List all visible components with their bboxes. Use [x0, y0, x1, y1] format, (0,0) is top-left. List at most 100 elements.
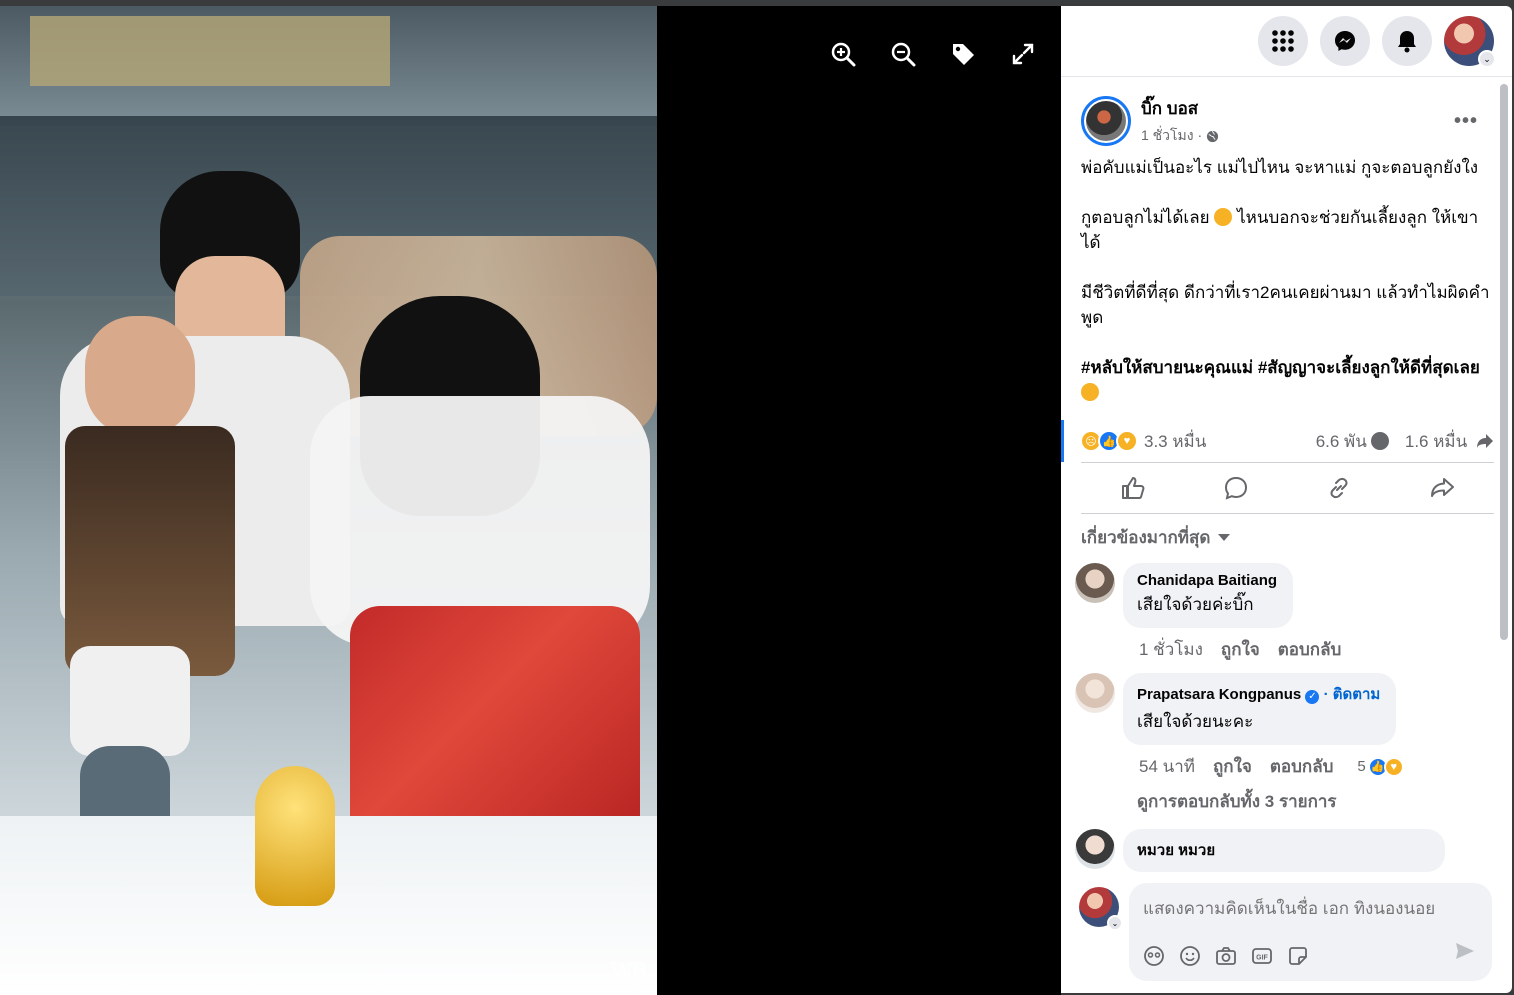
comment-like-button[interactable]: ถูกใจ: [1221, 636, 1260, 663]
engagement-counts: 6.6 พัน 1.6 หมื่น: [1316, 428, 1498, 455]
menu-grid-icon[interactable]: [1258, 16, 1308, 66]
post-timestamp[interactable]: 1 ชั่วโมง ·: [1141, 125, 1454, 147]
emoji-icon[interactable]: [1179, 945, 1201, 967]
gif-icon[interactable]: GIF: [1251, 945, 1273, 967]
scrollbar[interactable]: [1500, 84, 1508, 640]
sad-emoji-icon: [1081, 383, 1099, 401]
photo-boxes: [30, 16, 390, 86]
reaction-count[interactable]: 3.3 หมื่น: [1144, 428, 1206, 455]
comment-button[interactable]: [1196, 468, 1276, 508]
post-paragraph: กูตอบลูกไม่ได้เลย ไหนบอกจะช่วยกันเลี้ยงล…: [1081, 205, 1492, 255]
post-hashtags[interactable]: #หลับให้สบายนะคุณแม่ #สัญญาจะเลี้ยงลูกให…: [1081, 355, 1492, 405]
comment-reaction-count: 5: [1357, 758, 1366, 775]
chevron-down-icon: ⌄: [1107, 915, 1123, 931]
verified-badge-icon: ✓: [1305, 690, 1320, 704]
reaction-icons[interactable]: ☹ 👍 ♥: [1080, 430, 1138, 452]
comment-item: Chanidapa Baitiang เสียใจด้วยค่ะบิ๊ก 1 ช…: [1061, 561, 1498, 671]
globe-icon: [1207, 130, 1219, 142]
sad-emoji-icon: [1214, 208, 1233, 226]
svg-text:GIF: GIF: [1256, 955, 1268, 962]
comment-item: Prapatsara Kongpanus ✓ · ติดตาม เสียใจด้…: [1061, 671, 1498, 788]
send-icon[interactable]: [1454, 940, 1476, 967]
comment-body: หมวย หมวย: [1123, 829, 1445, 872]
share-icon: [1477, 433, 1493, 448]
comment-reply-button[interactable]: ตอบกลับ: [1278, 636, 1342, 663]
comment-time[interactable]: 54 นาที: [1139, 753, 1195, 780]
viewer-toolbar: [825, 36, 1041, 72]
commenter-name[interactable]: Prapatsara Kongpanus: [1137, 686, 1301, 703]
comment-actions: 54 นาที ถูกใจ ตอบกลับ 5 👍 ♥: [1123, 745, 1404, 788]
comment-time[interactable]: 1 ชั่วโมง: [1139, 636, 1203, 663]
post-panel: ⌄ บิ๊ก บอส 1 ชั่วโมง · ••• พ่อคับแม่เป็น…: [1061, 6, 1512, 993]
camera-icon[interactable]: [1215, 945, 1237, 967]
commenter-avatar[interactable]: [1075, 673, 1115, 713]
tag-icon[interactable]: [945, 36, 981, 72]
hashtags-text[interactable]: #หลับให้สบายนะคุณแม่ #สัญญาจะเลี้ยงลูกให…: [1081, 358, 1480, 377]
comment-sort-dropdown[interactable]: เกี่ยวข้องมากที่สุด: [1061, 514, 1498, 561]
post-paragraph-text: กูตอบลูกไม่ได้เลย: [1081, 208, 1210, 227]
comment-bubble-icon: [1224, 476, 1247, 500]
photo-golden-vessel: [255, 766, 335, 906]
photo-child-face: [85, 316, 195, 436]
zoom-out-icon[interactable]: [885, 36, 921, 72]
care-reaction-icon: ♥: [1383, 756, 1404, 777]
comment-icon: [1370, 431, 1389, 450]
comment-like-button[interactable]: ถูกใจ: [1213, 753, 1252, 780]
zoom-in-icon[interactable]: [825, 36, 861, 72]
top-bar: ⌄: [1061, 6, 1512, 77]
sticker-icon[interactable]: [1287, 945, 1309, 967]
link-icon: [1330, 477, 1348, 499]
comment-count[interactable]: 6.6 พัน: [1316, 428, 1389, 455]
comment-reactions[interactable]: 5 👍 ♥: [1357, 756, 1404, 777]
follow-button[interactable]: · ติดตาม: [1324, 686, 1381, 703]
post-time-text: 1 ชั่วโมง ·: [1141, 127, 1203, 143]
post-actions: [1081, 462, 1494, 514]
composer-tools: GIF: [1143, 945, 1309, 967]
post-meta: บิ๊ก บอส 1 ชั่วโมง ·: [1141, 95, 1454, 147]
care-reaction-icon: ♥: [1116, 430, 1138, 452]
fullscreen-icon[interactable]: [1005, 36, 1041, 72]
avatar-sticker-icon[interactable]: [1143, 945, 1165, 967]
comment-item: หมวย หมวย: [1061, 827, 1498, 872]
share-count[interactable]: 1.6 หมื่น: [1405, 428, 1494, 455]
post-body: พ่อคับแม่เป็นอะไร แม่ไปไหน จะหาแม่ กูจะต…: [1061, 147, 1498, 405]
copy-link-button[interactable]: [1299, 468, 1379, 508]
comment-input[interactable]: [1129, 883, 1492, 919]
author-name[interactable]: บิ๊ก บอส: [1141, 95, 1454, 122]
comment-actions: 1 ชั่วโมง ถูกใจ ตอบกลับ: [1123, 628, 1341, 671]
post-photo[interactable]: WB: [0, 6, 657, 995]
comment-reply-button[interactable]: ตอบกลับ: [1270, 753, 1334, 780]
post-scroll-area: บิ๊ก บอส 1 ชั่วโมง · ••• พ่อคับแม่เป็นอะ…: [1061, 77, 1498, 883]
commenter-avatar[interactable]: [1075, 829, 1115, 869]
post-paragraph: มีชีวิตที่ดีที่สุด ดีกว่าที่เรา2คนเคยผ่า…: [1081, 283, 1490, 327]
commenter-name[interactable]: หมวย หมวย: [1137, 838, 1429, 862]
comment-body: Prapatsara Kongpanus ✓ · ติดตาม เสียใจด้…: [1123, 673, 1404, 788]
like-button[interactable]: [1093, 468, 1173, 508]
photo-viewer: WB: [0, 6, 1061, 995]
comment-text: เสียใจด้วยนะคะ: [1137, 712, 1254, 731]
more-options-button[interactable]: •••: [1454, 110, 1478, 133]
comment-bubble: Chanidapa Baitiang เสียใจด้วยค่ะบิ๊ก: [1123, 563, 1294, 628]
commenter-avatar[interactable]: [1075, 563, 1115, 603]
comment-count-text: 6.6 พัน: [1315, 431, 1367, 451]
post-paragraph: พ่อคับแม่เป็นอะไร แม่ไปไหน จะหาแม่ กูจะต…: [1081, 158, 1479, 177]
commenter-name[interactable]: Chanidapa Baitiang: [1137, 572, 1277, 589]
current-user-avatar[interactable]: ⌄: [1079, 887, 1123, 931]
view-replies-link[interactable]: ดูการตอบกลับทั้ง 3 รายการ: [1061, 788, 1498, 827]
commenter-name-row: Prapatsara Kongpanus ✓ · ติดตาม: [1137, 682, 1380, 706]
reaction-summary: ☹ 👍 ♥ 3.3 หมื่น 6.6 พัน 1.6 หมื่น: [1061, 420, 1498, 462]
thumbs-up-icon: [1121, 477, 1145, 499]
share-count-text: 1.6 หมื่น: [1404, 431, 1468, 451]
notifications-icon[interactable]: [1382, 16, 1432, 66]
caret-down-icon: [1218, 533, 1231, 541]
sort-label: เกี่ยวข้องมากที่สุด: [1081, 528, 1211, 547]
account-avatar[interactable]: ⌄: [1444, 16, 1496, 68]
author-avatar[interactable]: [1081, 96, 1131, 146]
comment-bubble: Prapatsara Kongpanus ✓ · ติดตาม เสียใจด้…: [1123, 673, 1397, 745]
app-root: WB ⌄ บิ๊ก บอส 1 ชั่วโมง · ••• พ่อคับแม่เ…: [0, 0, 1514, 995]
photo-child-outfit: [65, 426, 235, 676]
share-button[interactable]: [1402, 468, 1482, 508]
share-arrow-icon: [1431, 478, 1455, 497]
messenger-icon[interactable]: [1320, 16, 1370, 66]
post-header: บิ๊ก บอส 1 ชั่วโมง · •••: [1061, 77, 1498, 147]
